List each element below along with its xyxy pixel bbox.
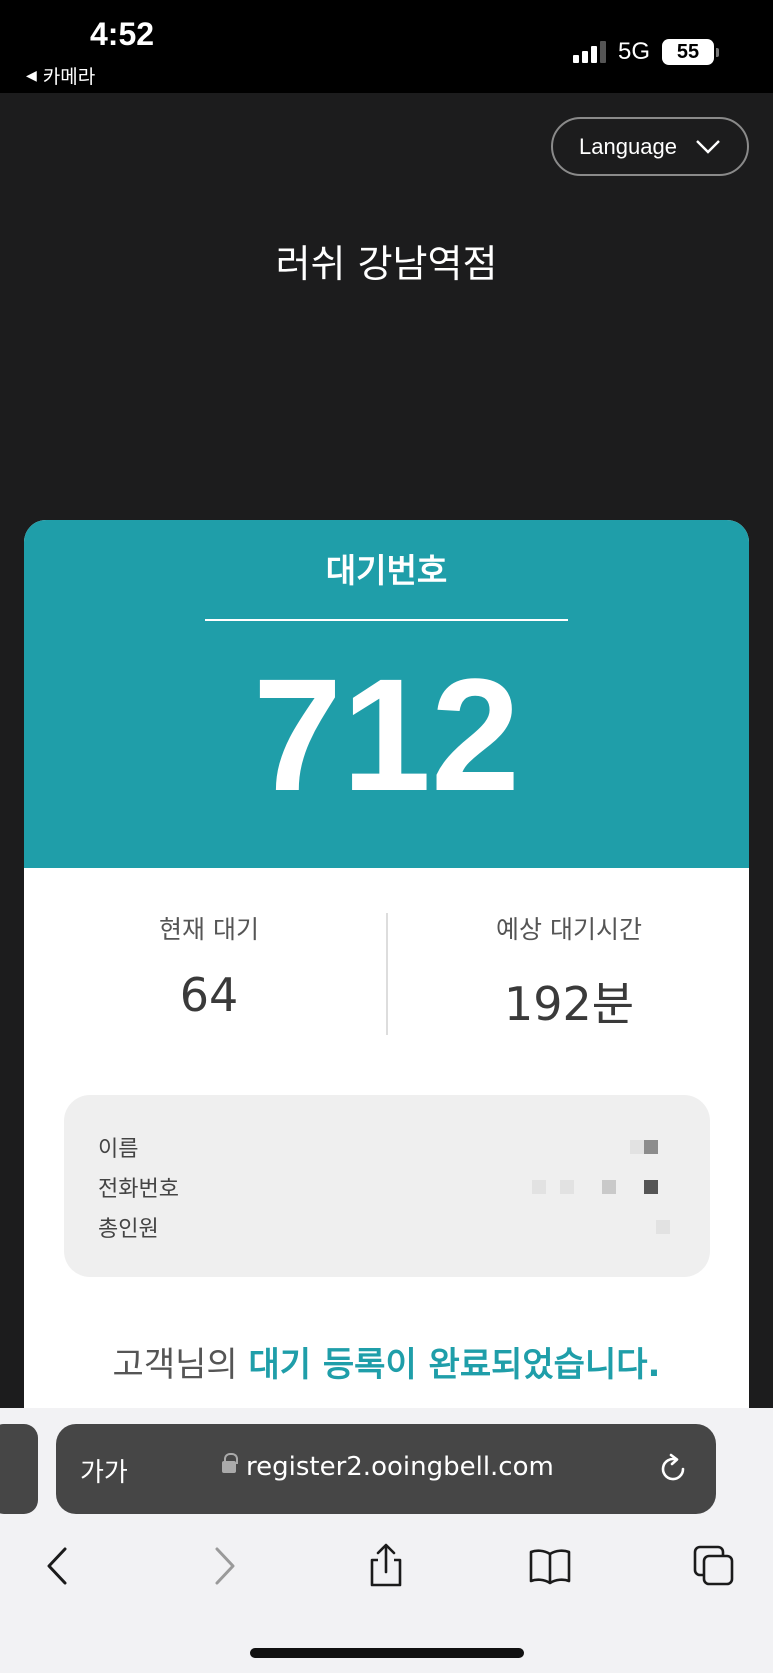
network-type: 5G: [617, 38, 650, 65]
share-icon: [370, 1543, 402, 1587]
browser-toolbar: [0, 1536, 773, 1606]
text-size-button[interactable]: 가가: [80, 1452, 128, 1489]
chevron-right-icon: [215, 1547, 235, 1585]
message-highlight: 대기 등록이 완료되었습니다.: [248, 1345, 661, 1385]
language-selector-button[interactable]: Language: [551, 117, 749, 176]
home-indicator[interactable]: [250, 1648, 524, 1658]
forward-button[interactable]: [194, 1536, 254, 1596]
status-indicators: 5G 55: [572, 38, 719, 66]
back-to-app-link[interactable]: ◀ 카메라: [26, 62, 95, 89]
battery-level: 55: [662, 39, 714, 65]
store-name: 러쉬 강남역점: [275, 242, 498, 286]
address-bar[interactable]: 가가 register2.ooingbell.com: [56, 1424, 716, 1514]
ticket-label: 대기번호: [325, 551, 448, 590]
expected-time-value: 192분: [503, 977, 635, 1031]
url-text: register2.ooingbell.com: [246, 1452, 554, 1482]
share-button[interactable]: [356, 1536, 416, 1596]
phone-label: 전화번호: [98, 1177, 179, 1202]
language-label: Language: [579, 133, 677, 159]
customer-info-box: 이름 전화번호 총인원: [64, 1095, 710, 1277]
redacted-phone-value-3: [602, 1180, 616, 1194]
expected-time-label: 예상 대기시간: [496, 915, 642, 944]
back-app-label: 카메라: [42, 66, 96, 88]
chevron-left-icon: [47, 1547, 67, 1585]
ticket-divider: [205, 619, 568, 621]
chevron-down-icon: [696, 139, 720, 154]
bookmarks-button[interactable]: [520, 1536, 580, 1596]
cellular-signal-icon: [572, 41, 606, 63]
stats-divider: [386, 913, 388, 1035]
battery-icon: 55: [662, 39, 719, 65]
message-prefix: 고객님의: [112, 1345, 249, 1385]
reload-icon[interactable]: [656, 1452, 690, 1486]
previous-tab-preview[interactable]: [0, 1424, 38, 1514]
current-wait-stat: 현재 대기 64: [39, 910, 379, 1022]
back-triangle-icon: ◀: [26, 67, 37, 84]
redacted-phone-value: [532, 1180, 546, 1194]
redacted-phone-value-2: [560, 1180, 574, 1194]
waiting-stats: 현재 대기 64 예상 대기시간 192분: [24, 868, 749, 1078]
current-wait-label: 현재 대기: [159, 915, 259, 944]
expected-time-stat: 예상 대기시간 192분: [399, 910, 739, 1034]
redacted-name-value: [630, 1140, 644, 1154]
waiting-card: 대기번호 712 현재 대기 64 예상 대기시간 192분 이름 전화번호 총…: [24, 520, 749, 1408]
registration-complete-message: 고객님의 대기 등록이 완료되었습니다.: [24, 1337, 749, 1386]
status-time: 4:52: [90, 16, 155, 52]
book-icon: [529, 1549, 571, 1585]
redacted-party-value: [656, 1220, 670, 1234]
tabs-icon: [693, 1545, 734, 1586]
redacted-name-value-2: [644, 1140, 658, 1154]
back-button[interactable]: [28, 1536, 88, 1596]
redacted-phone-value-4: [644, 1180, 658, 1194]
lock-icon: [222, 1453, 238, 1475]
name-label: 이름: [98, 1137, 139, 1162]
url-display[interactable]: register2.ooingbell.com: [222, 1452, 554, 1482]
current-wait-value: 64: [179, 968, 239, 1022]
ticket-number: 712: [253, 645, 520, 824]
web-page: Language 러쉬 강남역점 대기번호 712 현재 대기 64 예상 대기…: [0, 93, 773, 1408]
status-bar: 4:52 ◀ 카메라 5G 55: [0, 0, 773, 93]
browser-chrome: 가가 register2.ooingbell.com: [0, 1408, 773, 1673]
tabs-button[interactable]: [684, 1536, 744, 1596]
ticket-header: 대기번호 712: [24, 520, 749, 868]
party-size-label: 총인원: [98, 1217, 159, 1242]
